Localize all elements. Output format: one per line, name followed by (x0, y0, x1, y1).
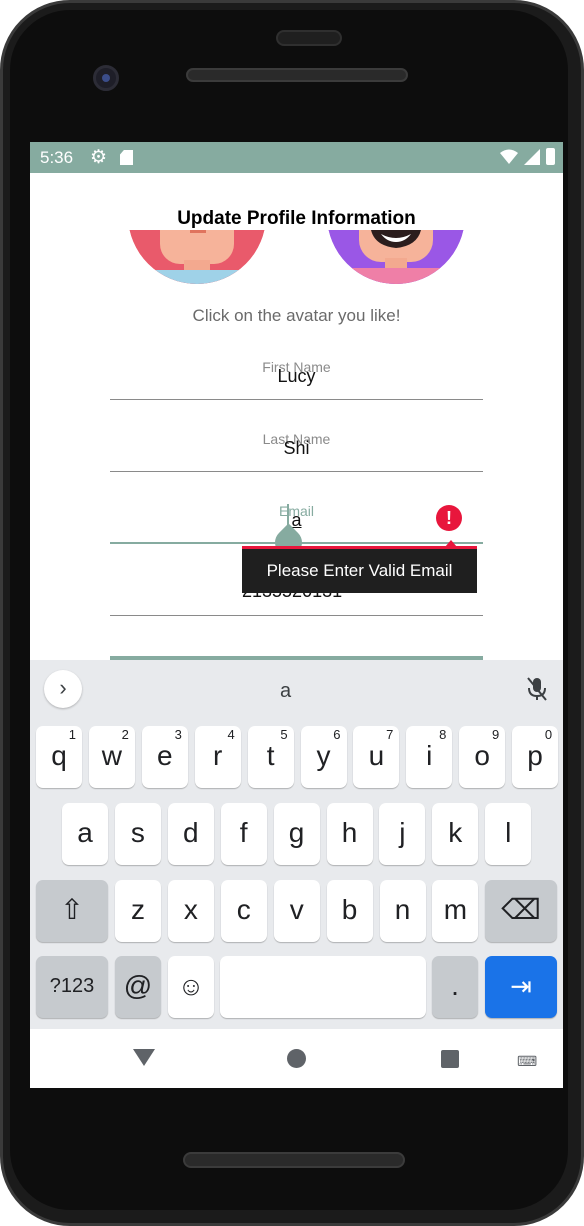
next-key[interactable]: ⇥ (485, 956, 557, 1018)
key-r-label: r (213, 740, 223, 771)
key-z[interactable]: z (115, 880, 161, 942)
phone-speaker-top (186, 68, 408, 82)
key-w-alt: 2 (121, 727, 129, 742)
key-d[interactable]: d (167, 803, 214, 865)
symbols-key[interactable]: ?123 (36, 956, 108, 1018)
key-o-alt: 9 (491, 727, 500, 742)
keyboard-suggestion[interactable]: a (280, 680, 291, 703)
key-x[interactable]: x (167, 880, 214, 942)
key-n[interactable]: n (379, 880, 426, 942)
avatar-girl-icon (128, 230, 266, 284)
avatar-option-girl[interactable] (128, 230, 266, 284)
page-title: Update Profile Information (177, 208, 416, 229)
keyboard-switch-icon[interactable]: ⌨ (517, 1053, 537, 1070)
tab-next-icon: ⇥ (510, 971, 532, 1001)
back-triangle-icon[interactable] (133, 1049, 155, 1066)
key-o[interactable]: o9 (459, 726, 506, 788)
last-name-underline (110, 471, 483, 472)
backspace-icon: ⌫ (501, 894, 541, 925)
key-o-label: o (474, 740, 490, 771)
last-name-value: Shi (283, 438, 310, 458)
key-t-alt: 5 (280, 727, 288, 742)
key-p[interactable]: p0 (512, 726, 559, 788)
key-a[interactable]: a (62, 803, 108, 865)
space-key[interactable] (220, 956, 426, 1018)
key-v[interactable]: v (273, 880, 320, 942)
key-p-alt: 0 (544, 727, 553, 742)
key-y-label: y (316, 740, 331, 771)
error-icon[interactable]: ! (436, 505, 462, 531)
soft-keyboard: › a ?123 @ ☺ . ⇥ q1w2e3r4t5y6u7i8o9p0asd… (30, 660, 563, 1029)
key-c[interactable]: c (220, 880, 267, 942)
key-q-alt: 1 (68, 727, 76, 742)
keyboard-suggestion-bar: › a (30, 660, 563, 720)
key-t-label: t (266, 740, 275, 771)
shift-key[interactable]: ⇧ (36, 880, 108, 942)
key-t[interactable]: t5 (247, 726, 294, 788)
phone-speaker-bottom (183, 1152, 405, 1168)
key-y[interactable]: y6 (300, 726, 347, 788)
key-e-alt: 3 (174, 727, 182, 742)
key-i-alt: 8 (439, 727, 447, 742)
key-q-label: q (51, 740, 67, 771)
first-name-underline (110, 399, 483, 400)
emoji-key[interactable]: ☺ (168, 956, 214, 1018)
email-value: a (291, 510, 302, 530)
key-m[interactable]: m (432, 880, 479, 942)
shift-arrow-icon: ⇧ (60, 894, 84, 925)
cell-signal-icon (524, 148, 540, 165)
backspace-key[interactable]: ⌫ (485, 880, 557, 942)
key-u-label: u (368, 740, 385, 771)
phone-underline (110, 615, 483, 616)
home-circle-icon[interactable] (287, 1049, 306, 1068)
key-u-alt: 7 (386, 727, 394, 742)
key-r-alt: 4 (227, 727, 235, 742)
avatar-picker (30, 230, 563, 290)
status-bar: 5:36 ⚙ (30, 142, 563, 173)
key-p-label: p (527, 740, 543, 771)
avatar-option-man[interactable] (327, 230, 465, 284)
key-w[interactable]: w2 (88, 726, 135, 788)
key-s[interactable]: s (114, 803, 161, 865)
front-camera-icon (93, 65, 119, 91)
navigation-bar: ⌨ (30, 1029, 563, 1088)
error-tooltip: Please Enter Valid Email (242, 546, 477, 593)
key-j[interactable]: j (379, 803, 426, 865)
key-f[interactable]: f (220, 803, 267, 865)
key-k[interactable]: k (432, 803, 479, 865)
first-name-value: Lucy (277, 366, 316, 386)
at-key[interactable]: @ (115, 956, 161, 1018)
battery-icon (546, 148, 555, 165)
emoji-icon: ☺ (177, 971, 205, 1001)
key-i[interactable]: i8 (406, 726, 453, 788)
avatar-hint: Click on the avatar you like! (192, 306, 401, 325)
key-e-label: e (157, 740, 173, 771)
key-i-label: i (426, 740, 433, 771)
last-name-field[interactable]: Last Name Shi (110, 426, 483, 474)
screen: 5:36 ⚙ Update Profile Information Click … (30, 142, 563, 1088)
wifi-icon (500, 149, 518, 164)
key-y-alt: 6 (333, 727, 341, 742)
key-q[interactable]: q1 (36, 726, 82, 788)
status-icons (500, 148, 555, 165)
key-b[interactable]: b (326, 880, 373, 942)
key-u[interactable]: u7 (353, 726, 400, 788)
period-key[interactable]: . (432, 956, 478, 1018)
recents-square-icon[interactable] (441, 1050, 459, 1068)
key-e[interactable]: e3 (141, 726, 188, 788)
status-time: 5:36 (40, 148, 74, 167)
first-name-field[interactable]: First Name Lucy (110, 354, 483, 402)
key-l[interactable]: l (485, 803, 532, 865)
settings-gear-icon: ⚙ (90, 147, 108, 168)
phone-sensor (276, 30, 342, 46)
key-w-label: w (101, 740, 122, 771)
mic-off-icon[interactable] (525, 676, 549, 702)
key-r[interactable]: r4 (194, 726, 241, 788)
avatar-man-icon (327, 230, 465, 284)
key-g[interactable]: g (273, 803, 320, 865)
sd-card-icon (120, 150, 133, 165)
chevron-right-icon[interactable]: › (44, 670, 82, 708)
key-h[interactable]: h (326, 803, 373, 865)
